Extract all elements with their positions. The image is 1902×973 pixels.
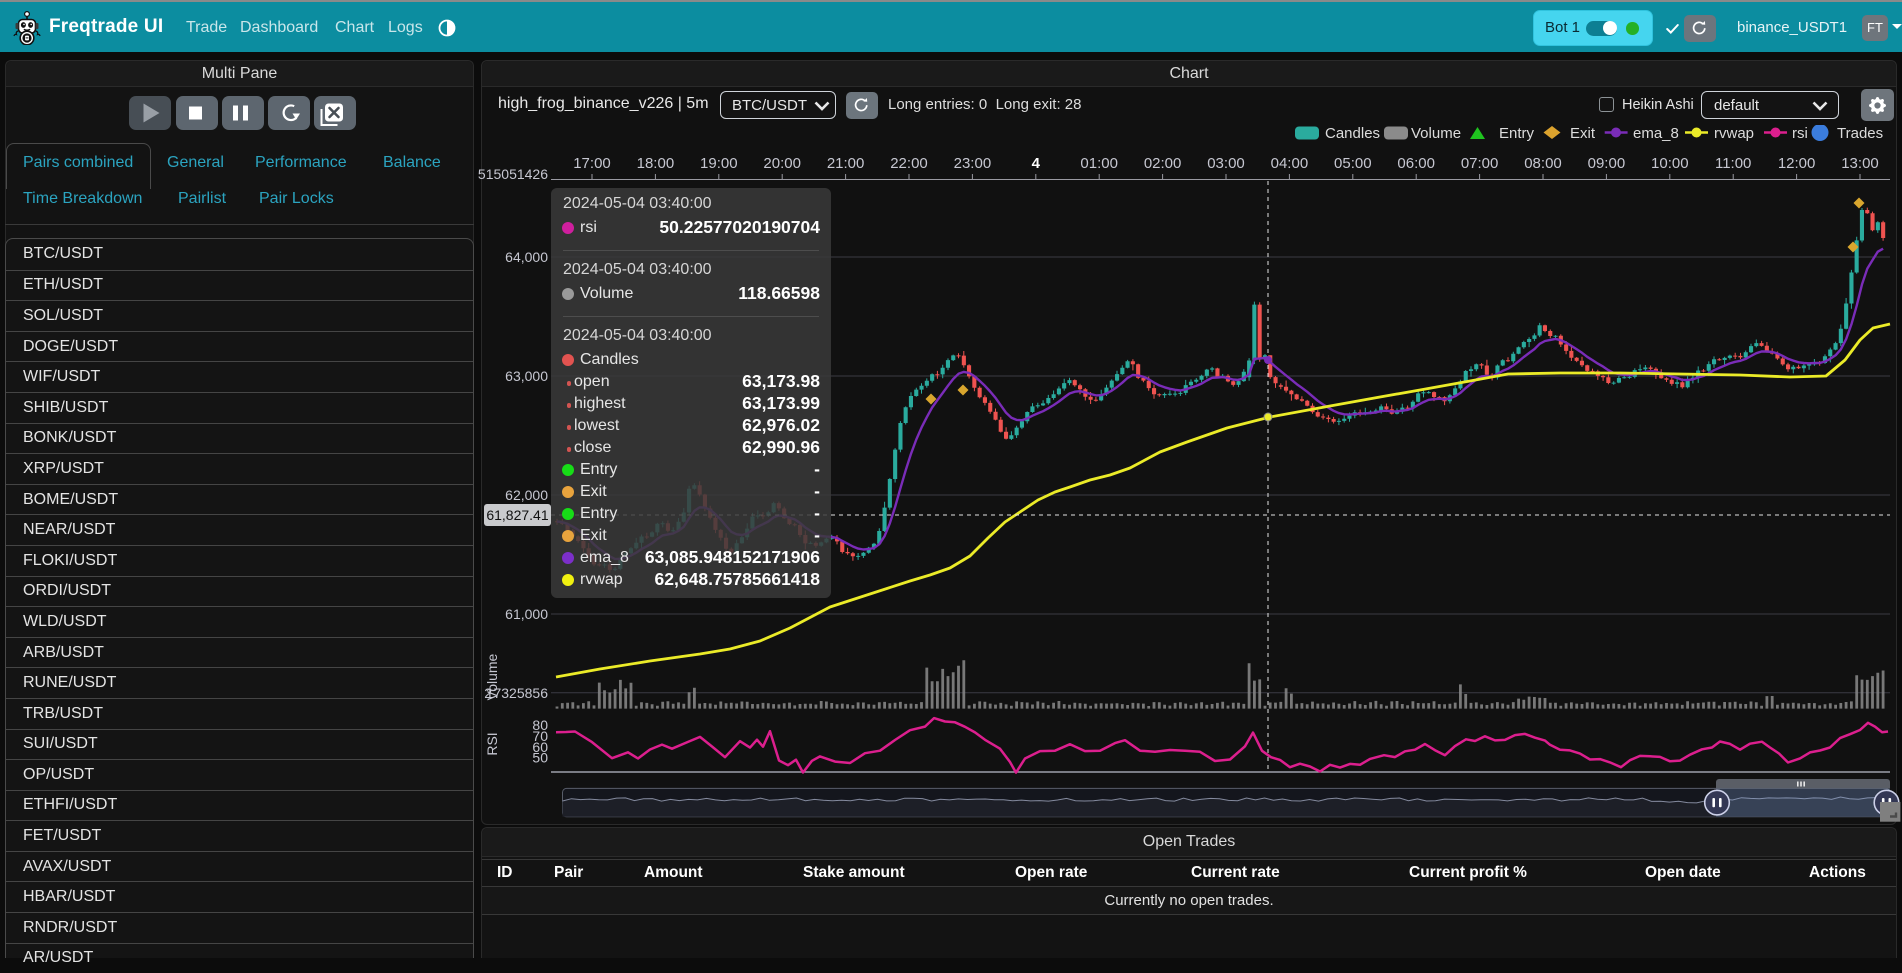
svg-text:rsi: rsi [1792,125,1808,141]
svg-text:Candles: Candles [1325,125,1380,141]
svg-text:Exit: Exit [1570,125,1596,141]
svg-text:Entry: Entry [1499,125,1535,141]
svg-text:Trades: Trades [1837,125,1883,141]
svg-text:Volume: Volume [1411,125,1461,141]
svg-text:ema_8: ema_8 [1633,125,1679,141]
svg-text:rvwap: rvwap [1714,125,1754,141]
